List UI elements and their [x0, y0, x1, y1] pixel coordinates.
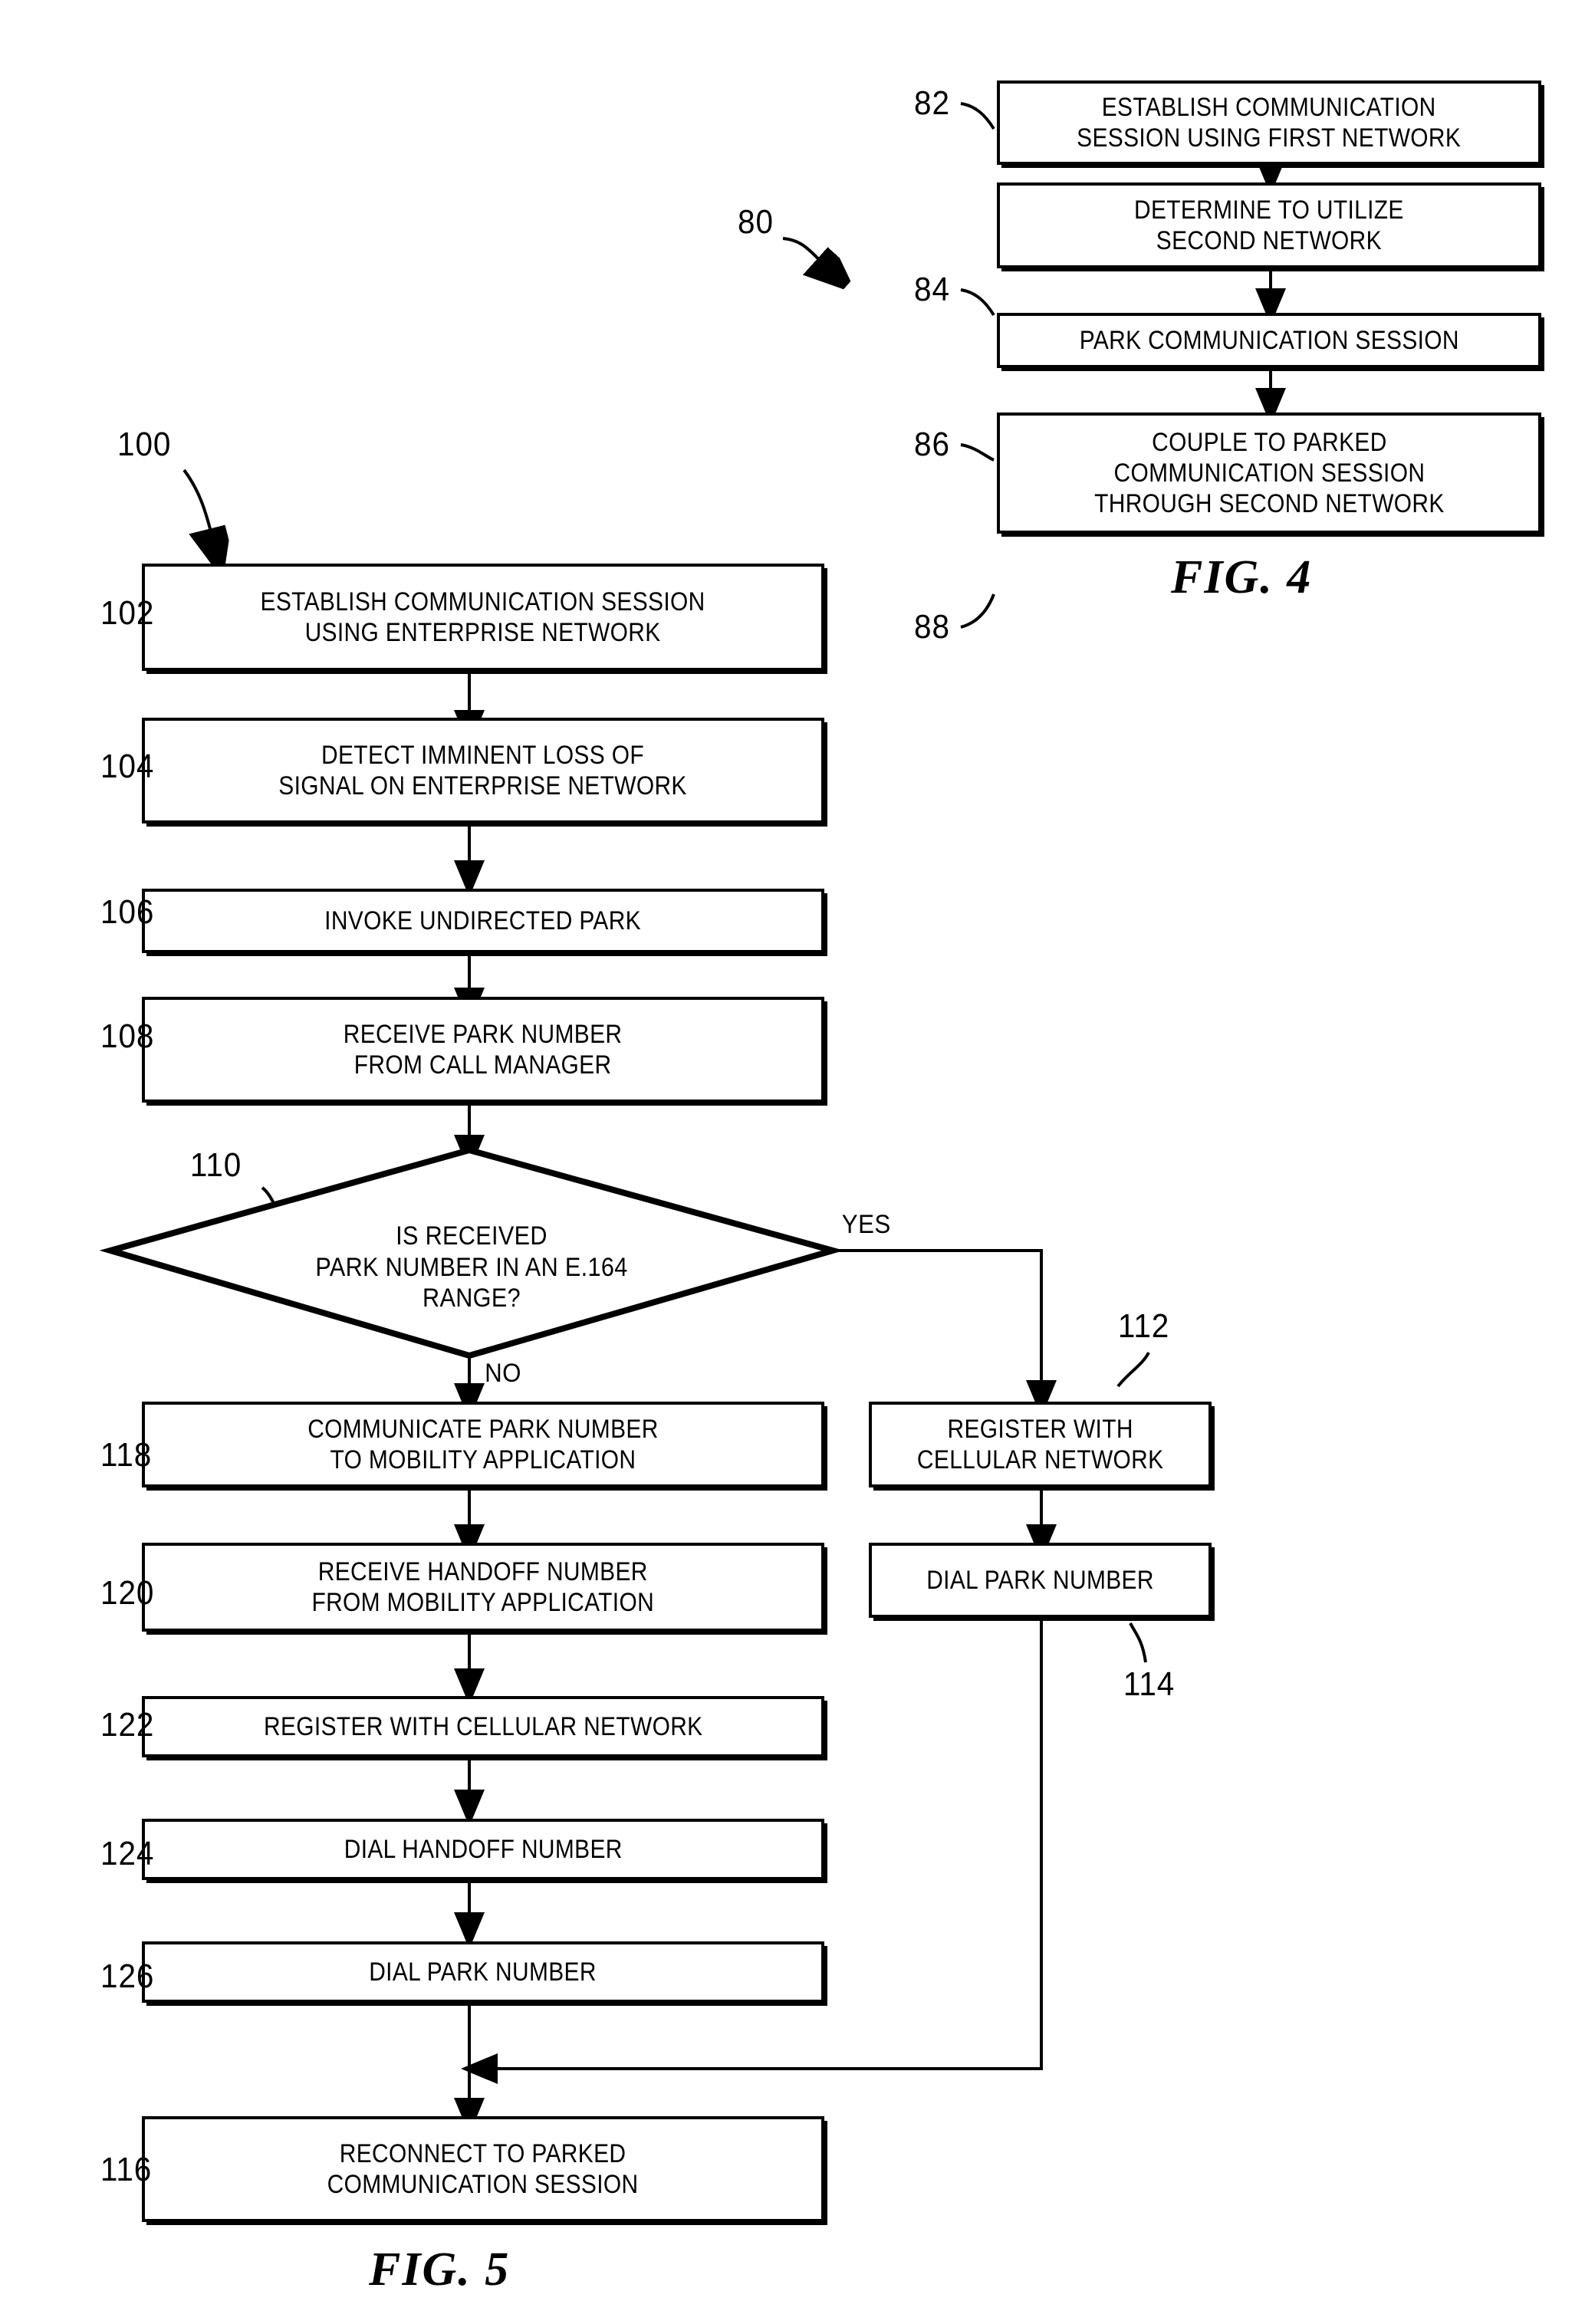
fig5-step-116-box: RECONNECT TO PARKED COMMUNICATION SESSIO… [142, 2116, 824, 2222]
fig5-step-112-ref: 112 [1117, 1307, 1170, 1345]
fig5-step-104-ref: 104 [100, 748, 155, 785]
fig4-caption: FIG. 4 [1171, 551, 1313, 603]
fig5-branch-no-label: NO [485, 1359, 521, 1388]
fig5-step-114-ref: 114 [1123, 1665, 1176, 1703]
fig5-step-120-ref: 120 [100, 1574, 155, 1612]
fig4-step-86-ref: 86 [914, 426, 950, 463]
fig5-step-108-ref: 108 [100, 1017, 155, 1055]
fig4-step-86-box: PARK COMMUNICATION SESSION [997, 313, 1541, 368]
fig5-step-122-box: REGISTER WITH CELLULAR NETWORK [142, 1696, 824, 1757]
fig5-step-106-label: INVOKE UNDIRECTED PARK [324, 906, 642, 935]
fig4-step-88-ref: 88 [914, 608, 950, 646]
fig5-step-106-box: INVOKE UNDIRECTED PARK [142, 889, 824, 953]
fig4-step-84-ref: 84 [914, 271, 950, 308]
fig5-step-104-box: DETECT IMMINENT LOSS OF SIGNAL ON ENTERP… [142, 718, 824, 823]
fig4-step-82-box: ESTABLISH COMMUNICATION SESSION USING FI… [997, 81, 1541, 165]
fig5-step-104-label: DETECT IMMINENT LOSS OF SIGNAL ON ENTERP… [278, 740, 688, 800]
fig5-step-118-ref: 118 [100, 1436, 153, 1474]
fig5-step-124-ref: 124 [100, 1835, 155, 1872]
fig4-step-88-box: COUPLE TO PARKED COMMUNICATION SESSION T… [997, 413, 1541, 534]
fig5-step-112-box: REGISTER WITH CELLULAR NETWORK [869, 1402, 1212, 1487]
fig4-step-84-box: DETERMINE TO UTILIZE SECOND NETWORK [997, 182, 1541, 268]
flow-ref-100: 100 [117, 426, 172, 463]
patent-figure-sheet: 80 ESTABLISH COMMUNICATION SESSION USING… [0, 0, 1585, 2324]
fig5-step-114-box: DIAL PARK NUMBER [869, 1543, 1212, 1618]
fig5-step-108-label: RECEIVE PARK NUMBER FROM CALL MANAGER [344, 1019, 623, 1080]
fig5-step-126-ref: 126 [100, 1957, 155, 1995]
fig4-step-88-label: COUPLE TO PARKED COMMUNICATION SESSION T… [1093, 427, 1445, 519]
fig5-step-108-box: RECEIVE PARK NUMBER FROM CALL MANAGER [142, 997, 824, 1103]
fig5-step-116-ref: 116 [100, 2151, 153, 2188]
fig5-caption: FIG. 5 [369, 2243, 511, 2296]
fig5-step-120-box: RECEIVE HANDOFF NUMBER FROM MOBILITY APP… [142, 1543, 824, 1632]
fig5-step-112-label: REGISTER WITH CELLULAR NETWORK [916, 1414, 1164, 1474]
fig5-step-102-label: ESTABLISH COMMUNICATION SESSION USING EN… [260, 587, 706, 647]
fig5-step-106-ref: 106 [100, 893, 155, 931]
fig4-step-84-label: DETERMINE TO UTILIZE SECOND NETWORK [1134, 195, 1404, 255]
fig5-step-118-label: COMMUNICATE PARK NUMBER TO MOBILITY APPL… [307, 1414, 659, 1474]
fig4-step-82-ref: 82 [914, 84, 950, 122]
fig5-step-124-box: DIAL HANDOFF NUMBER [142, 1819, 824, 1880]
fig4-step-82-label: ESTABLISH COMMUNICATION SESSION USING FI… [1077, 92, 1462, 153]
fig5-step-102-ref: 102 [100, 594, 155, 632]
fig5-decision-110-ref: 110 [189, 1146, 242, 1184]
fig5-step-126-label: DIAL PARK NUMBER [369, 1957, 597, 1987]
fig5-step-116-label: RECONNECT TO PARKED COMMUNICATION SESSIO… [327, 2138, 639, 2199]
fig5-step-102-box: ESTABLISH COMMUNICATION SESSION USING EN… [142, 564, 824, 671]
fig5-step-124-label: DIAL HANDOFF NUMBER [344, 1834, 623, 1864]
fig5-step-120-label: RECEIVE HANDOFF NUMBER FROM MOBILITY APP… [311, 1556, 655, 1617]
fig5-step-122-ref: 122 [100, 1706, 155, 1744]
fig4-step-86-label: PARK COMMUNICATION SESSION [1079, 325, 1459, 355]
fig5-step-126-box: DIAL PARK NUMBER [142, 1941, 824, 2003]
fig5-step-118-box: COMMUNICATE PARK NUMBER TO MOBILITY APPL… [142, 1402, 824, 1487]
flow-ref-80: 80 [738, 203, 774, 241]
fig5-step-114-label: DIAL PARK NUMBER [926, 1565, 1154, 1595]
fig5-step-122-label: REGISTER WITH CELLULAR NETWORK [263, 1711, 703, 1741]
fig5-branch-yes-label: YES [841, 1210, 891, 1239]
